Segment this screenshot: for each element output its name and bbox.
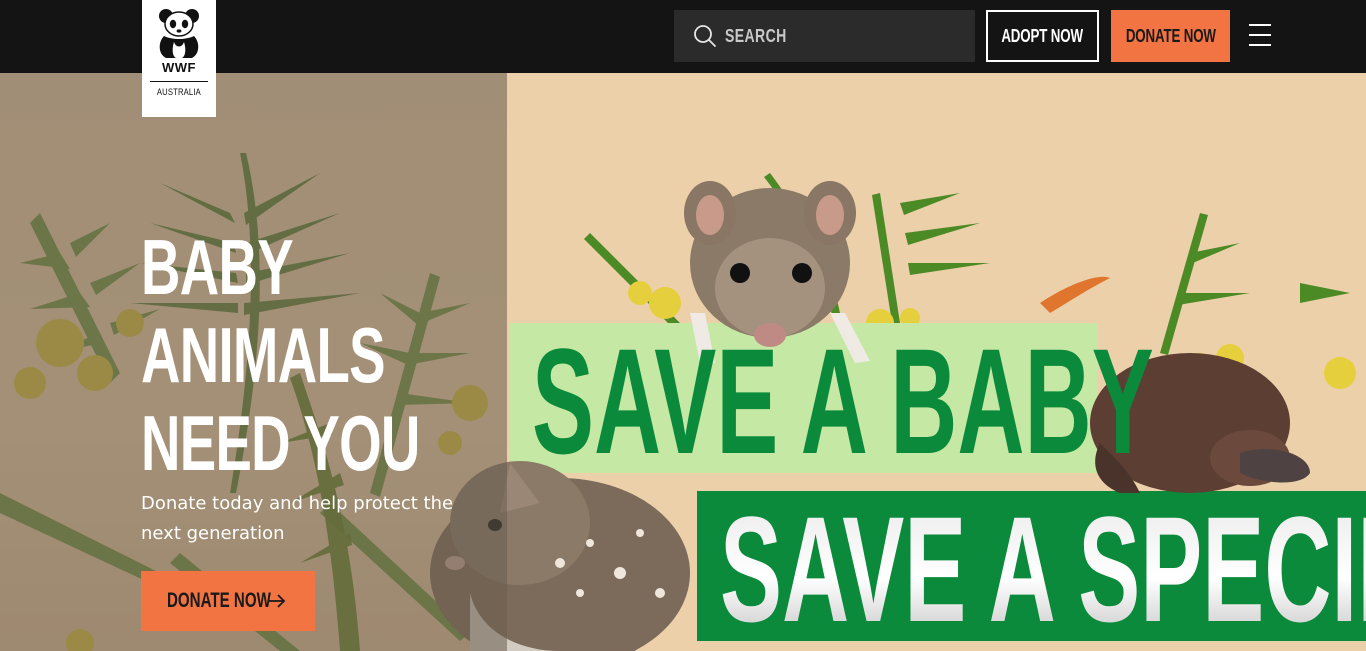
banner-line-2: SAVE A SPECIES <box>720 486 1366 651</box>
hero-donate-button[interactable]: DONATE NOW <box>141 571 315 631</box>
donate-now-header-button[interactable]: DONATE NOW <box>1111 10 1230 62</box>
logo-divider <box>150 81 208 82</box>
logo-country-text: AUSTRALIA <box>156 87 202 97</box>
adopt-now-button[interactable]: ADOPT NOW <box>986 10 1099 62</box>
headline-line-1: BABY <box>141 223 294 311</box>
logo-brand-text: WWF <box>162 60 196 75</box>
banner-line-1: SAVE A BABY <box>532 318 1154 485</box>
hero-donate-label: DONATE NOW <box>167 589 271 612</box>
headline-line-2: ANIMALS <box>141 311 386 399</box>
search-bar[interactable]: SEARCH <box>674 10 975 62</box>
adopt-now-label: ADOPT NOW <box>1001 25 1084 46</box>
hamburger-icon[interactable] <box>1249 24 1271 48</box>
search-icon <box>694 25 716 47</box>
search-placeholder[interactable]: SEARCH <box>725 26 787 47</box>
donate-now-header-label: DONATE NOW <box>1125 25 1216 46</box>
wwf-logo[interactable]: WWF AUSTRALIA <box>142 0 216 117</box>
panda-icon <box>159 9 199 58</box>
hero-section: SAVE A BABY SAVE A SPECIES BABY ANIMALS … <box>0 73 1366 651</box>
arrow-right-icon <box>269 594 286 608</box>
hero-headline: BABY ANIMALS NEED YOU <box>141 223 420 487</box>
hero-subtext: Donate today and help protect the next g… <box>141 493 454 544</box>
headline-line-3: NEED YOU <box>141 399 420 487</box>
